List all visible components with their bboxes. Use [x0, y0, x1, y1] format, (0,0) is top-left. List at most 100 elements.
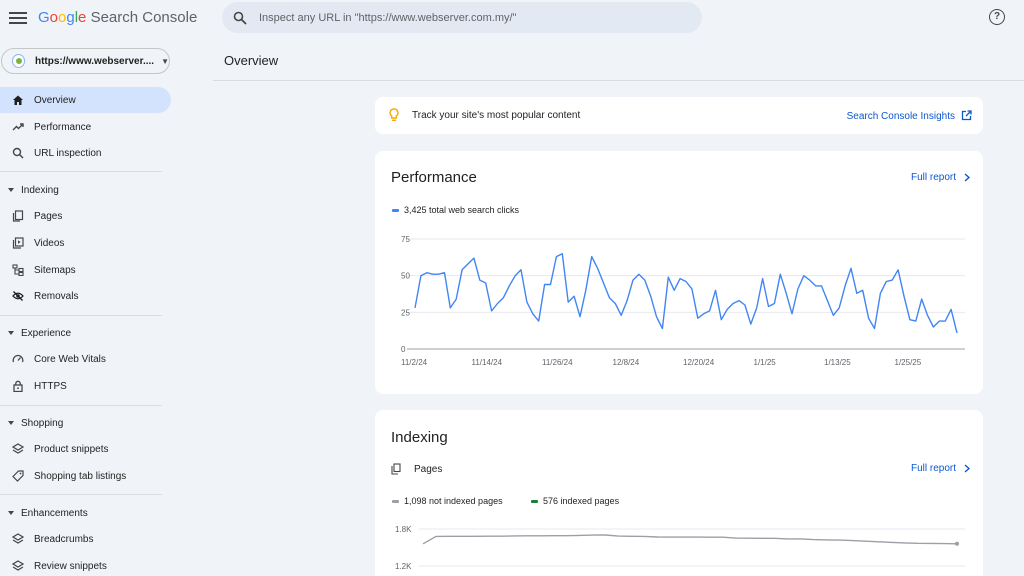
indexed-legend[interactable]: 576 indexed pages — [531, 496, 619, 506]
tag-icon — [12, 470, 24, 482]
lightbulb-icon — [389, 108, 399, 122]
chevron-right-icon — [964, 464, 970, 473]
header-divider — [213, 80, 1024, 81]
logo-letter: G — [38, 9, 50, 26]
trending-up-icon — [12, 121, 24, 133]
sidebar-item-review-snippets[interactable]: Review snippets — [0, 553, 171, 576]
y-tick-label: 75 — [401, 235, 410, 244]
clicks-legend[interactable]: 3,425 total web search clicks — [392, 205, 519, 215]
y-tick-label: 0 — [401, 345, 406, 354]
sidebar-item-label: Overview — [34, 94, 76, 106]
sidebar-divider — [0, 405, 162, 406]
video-icon — [12, 237, 24, 249]
series-end-point — [955, 541, 959, 546]
lock-icon — [12, 380, 24, 392]
sidebar-divider — [0, 315, 162, 316]
open-in-new-icon[interactable] — [961, 110, 972, 121]
section-enhancements[interactable]: Enhancements — [0, 503, 165, 523]
sidebar-item-label: Videos — [34, 237, 65, 249]
section-label: Indexing — [21, 184, 59, 196]
indexing-title: Indexing — [391, 429, 448, 446]
top-bar: Google Search Console Inspect any URL in… — [0, 0, 1024, 36]
pages-icon — [12, 210, 24, 222]
not-indexed-legend[interactable]: 1,098 not indexed pages — [392, 496, 503, 506]
layers-icon — [12, 533, 24, 545]
y-tick-label: 1.2K — [395, 562, 412, 571]
sidebar-item-breadcrumbs[interactable]: Breadcrumbs — [0, 526, 171, 552]
sidebar-divider — [0, 494, 162, 495]
sitemap-icon — [12, 264, 24, 276]
sidebar-item-performance[interactable]: Performance — [0, 114, 171, 140]
pages-label: Pages — [414, 463, 443, 475]
legend-swatch — [531, 499, 538, 503]
x-tick-label: 12/20/24 — [683, 358, 715, 367]
insights-card: Track your site's most popular content S… — [375, 97, 983, 134]
sidebar-item-label: Breadcrumbs — [34, 533, 94, 545]
sidebar-item-sitemaps[interactable]: Sitemaps — [0, 257, 171, 283]
sidebar-item-shopping-tab-listings[interactable]: Shopping tab listings — [0, 463, 171, 489]
x-tick-label: 11/26/24 — [542, 358, 573, 367]
chevron-right-icon — [964, 173, 970, 182]
performance-title: Performance — [391, 169, 477, 186]
search-console-logo[interactable]: Google Search Console — [38, 9, 197, 26]
performance-card: Performance Full report 3,425 total web … — [375, 151, 983, 394]
url-inspect-search[interactable]: Inspect any URL in "https://www.webserve… — [222, 2, 702, 33]
sidebar-item-url-inspection[interactable]: URL inspection — [0, 140, 171, 166]
legend-label: 576 indexed pages — [543, 496, 620, 506]
section-label: Shopping — [21, 417, 64, 429]
y-tick-label: 50 — [401, 272, 410, 281]
legend-swatch — [392, 499, 399, 503]
x-tick-label: 11/14/24 — [472, 358, 503, 367]
eye-off-icon — [12, 290, 24, 302]
chevron-down-icon: ▼ — [161, 56, 169, 66]
search-icon — [233, 11, 247, 25]
indexing-card: Indexing Pages Full report 1,098 not ind… — [375, 410, 983, 576]
not-indexed-series-line — [422, 534, 958, 545]
full-report-label: Full report — [910, 463, 956, 474]
main-menu-icon[interactable] — [9, 10, 27, 26]
clicks-series-line — [414, 253, 958, 334]
x-tick-label: 11/2/24 — [401, 358, 428, 367]
gauge-icon — [12, 353, 24, 365]
section-indexing[interactable]: Indexing — [0, 180, 165, 200]
property-selector[interactable]: https://www.webserver.... ▼ — [1, 48, 170, 74]
sidebar-item-core-web-vitals[interactable]: Core Web Vitals — [0, 346, 171, 372]
section-shopping[interactable]: Shopping — [0, 413, 165, 433]
sidebar-item-label: Shopping tab listings — [34, 470, 127, 482]
full-report-label: Full report — [910, 172, 956, 183]
search-input[interactable]: Inspect any URL in "https://www.webserve… — [259, 12, 516, 24]
search-icon — [12, 147, 24, 159]
sidebar-item-videos[interactable]: Videos — [0, 230, 171, 256]
product-name: Search Console — [90, 9, 198, 26]
page-title: Overview — [224, 53, 279, 68]
sidebar-item-pages[interactable]: Pages — [0, 203, 171, 229]
layers-icon — [12, 560, 24, 572]
sidebar-item-removals[interactable]: Removals — [0, 283, 171, 309]
sidebar-item-label: URL inspection — [34, 147, 102, 159]
sidebar-item-label: Review snippets — [34, 560, 107, 572]
insights-text: Track your site's most popular content — [412, 110, 581, 121]
indexing-pages-row: Pages — [391, 463, 442, 475]
sidebar-item-label: Removals — [34, 290, 79, 302]
insights-link[interactable]: Search Console Insights — [847, 111, 955, 122]
sidebar-divider — [0, 171, 162, 172]
sidebar-item-label: Product snippets — [34, 443, 109, 455]
x-tick-label: 1/13/25 — [824, 358, 851, 367]
sidebar-item-https[interactable]: HTTPS — [0, 373, 171, 399]
sidebar-item-overview[interactable]: Overview — [0, 87, 171, 113]
legend-swatch — [392, 208, 399, 212]
logo-letter: o — [49, 9, 59, 26]
sidebar-item-label: Pages — [34, 210, 63, 222]
sidebar-item-product-snippets[interactable]: Product snippets — [0, 436, 171, 462]
legend-label: 3,425 total web search clicks — [404, 205, 520, 215]
section-experience[interactable]: Experience — [0, 323, 165, 343]
performance-full-report-link[interactable]: Full report — [911, 172, 970, 183]
help-icon[interactable]: ? — [989, 9, 1005, 25]
indexing-chart: 1.8K 1.2K — [395, 525, 965, 571]
section-label: Enhancements — [21, 507, 88, 519]
indexing-full-report-link[interactable]: Full report — [911, 463, 970, 474]
pages-icon — [391, 463, 401, 475]
sidebar-item-label: Core Web Vitals — [34, 353, 106, 365]
layers-icon — [12, 443, 24, 455]
sidebar-item-label: Sitemaps — [34, 264, 76, 276]
